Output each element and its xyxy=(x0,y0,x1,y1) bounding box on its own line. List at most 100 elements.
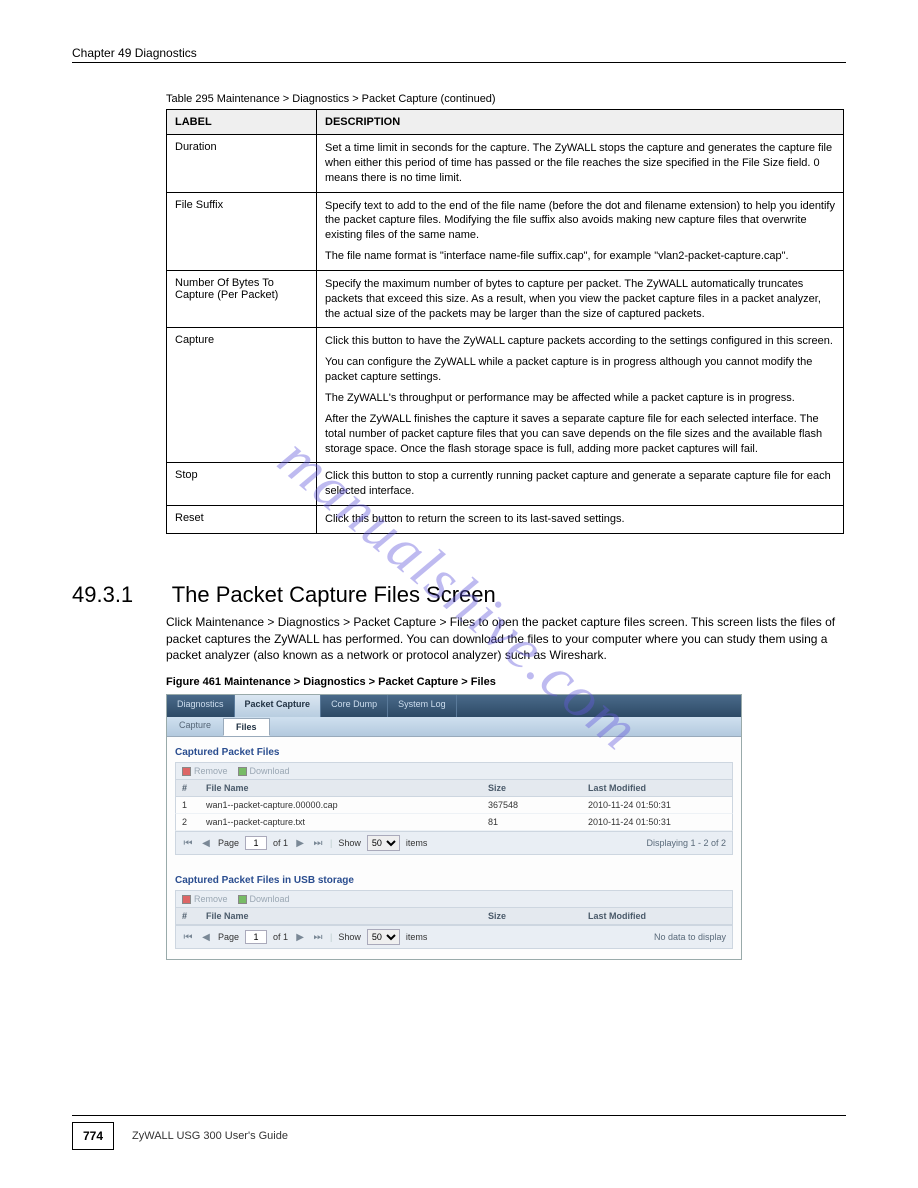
cell-size: 367548 xyxy=(482,797,582,813)
next-page-icon[interactable]: ▶ xyxy=(294,837,306,849)
cell-filename: wan1--packet-capture.txt xyxy=(200,814,482,830)
cell-size: 81 xyxy=(482,814,582,830)
spec-label: Reset xyxy=(167,506,317,534)
spec-para: Set a time limit in seconds for the capt… xyxy=(325,141,835,186)
section-heading: 49.3.1 The Packet Capture Files Screen xyxy=(72,582,846,608)
page-number: 774 xyxy=(72,1122,114,1150)
screenshot: Diagnostics Packet Capture Core Dump Sys… xyxy=(166,694,742,960)
show-select[interactable]: 50 xyxy=(367,929,400,945)
pager: ⏮ ◀ Page of 1 ▶ ⏭ | Show 50 items No dat… xyxy=(175,925,733,949)
col-size[interactable]: Size xyxy=(482,908,582,924)
spec-desc: Set a time limit in seconds for the capt… xyxy=(317,135,844,193)
page-label: Page xyxy=(218,838,239,848)
cell-index: 1 xyxy=(176,797,200,813)
col-index[interactable]: # xyxy=(176,780,200,796)
download-label: Download xyxy=(250,766,290,776)
spec-label: Capture xyxy=(167,328,317,463)
tab-packet-capture[interactable]: Packet Capture xyxy=(235,695,322,717)
first-page-icon[interactable]: ⏮ xyxy=(182,931,194,943)
panel-title: Captured Packet Files xyxy=(175,747,733,758)
col-filename[interactable]: File Name xyxy=(200,780,482,796)
grid-header: # File Name Size Last Modified xyxy=(175,779,733,797)
spec-label: Stop xyxy=(167,463,317,506)
cell-index: 2 xyxy=(176,814,200,830)
spec-para: Click this button to have the ZyWALL cap… xyxy=(325,334,835,349)
remove-icon xyxy=(182,895,191,904)
section-number: 49.3.1 xyxy=(72,582,166,608)
items-label: items xyxy=(406,838,428,848)
remove-button[interactable]: Remove xyxy=(182,766,228,776)
cell-lastmodified: 2010-11-24 01:50:31 xyxy=(582,814,732,830)
spec-table: LABEL DESCRIPTION Duration Set a time li… xyxy=(166,109,844,534)
page-label: Page xyxy=(218,932,239,942)
pager-status: Displaying 1 - 2 of 2 xyxy=(646,838,726,848)
last-page-icon[interactable]: ⏭ xyxy=(312,837,324,849)
prev-page-icon[interactable]: ◀ xyxy=(200,837,212,849)
show-label: Show xyxy=(338,932,361,942)
download-icon xyxy=(238,895,247,904)
spec-para: Click this button to return the screen t… xyxy=(325,512,835,527)
page-of: of 1 xyxy=(273,932,288,942)
spec-th-desc: DESCRIPTION xyxy=(317,110,844,135)
pager: ⏮ ◀ Page of 1 ▶ ⏭ | Show 50 items Displa… xyxy=(175,831,733,855)
col-index[interactable]: # xyxy=(176,908,200,924)
remove-button[interactable]: Remove xyxy=(182,894,228,904)
table-caption: Table 295 Maintenance > Diagnostics > Pa… xyxy=(166,93,846,105)
spec-para: Specify the maximum number of bytes to c… xyxy=(325,277,835,322)
col-filename[interactable]: File Name xyxy=(200,908,482,924)
page-input[interactable] xyxy=(245,836,267,850)
section-paragraph: Click Maintenance > Diagnostics > Packet… xyxy=(166,614,846,664)
col-lastmodified[interactable]: Last Modified xyxy=(582,908,732,924)
spec-para: The file name format is "interface name-… xyxy=(325,249,835,264)
spec-th-label: LABEL xyxy=(167,110,317,135)
subtab-files[interactable]: Files xyxy=(223,718,270,736)
table-row: File Suffix Specify text to add to the e… xyxy=(167,192,844,270)
figure-caption: Figure 461 Maintenance > Diagnostics > P… xyxy=(166,676,846,688)
subtab-capture[interactable]: Capture xyxy=(167,717,223,736)
show-select[interactable]: 50 xyxy=(367,835,400,851)
spec-para: Click this button to stop a currently ru… xyxy=(325,469,835,499)
spec-desc: Specify the maximum number of bytes to c… xyxy=(317,270,844,328)
items-label: items xyxy=(406,932,428,942)
next-page-icon[interactable]: ▶ xyxy=(294,931,306,943)
panel-title: Captured Packet Files in USB storage xyxy=(175,875,733,886)
grid-toolbar: Remove Download xyxy=(175,762,733,779)
table-row[interactable]: 1 wan1--packet-capture.00000.cap 367548 … xyxy=(175,797,733,814)
footer-title: ZyWALL USG 300 User's Guide xyxy=(132,1130,288,1142)
main-tabbar: Diagnostics Packet Capture Core Dump Sys… xyxy=(167,695,741,717)
last-page-icon[interactable]: ⏭ xyxy=(312,931,324,943)
download-button[interactable]: Download xyxy=(238,766,290,776)
table-row[interactable]: 2 wan1--packet-capture.txt 81 2010-11-24… xyxy=(175,814,733,831)
cell-lastmodified: 2010-11-24 01:50:31 xyxy=(582,797,732,813)
spec-para: After the ZyWALL finishes the capture it… xyxy=(325,412,835,457)
spec-para: Specify text to add to the end of the fi… xyxy=(325,199,835,244)
download-button[interactable]: Download xyxy=(238,894,290,904)
prev-page-icon[interactable]: ◀ xyxy=(200,931,212,943)
pager-status: No data to display xyxy=(654,932,726,942)
spec-desc: Click this button to return the screen t… xyxy=(317,506,844,534)
col-lastmodified[interactable]: Last Modified xyxy=(582,780,732,796)
spec-label: File Suffix xyxy=(167,192,317,270)
remove-label: Remove xyxy=(194,894,228,904)
first-page-icon[interactable]: ⏮ xyxy=(182,837,194,849)
spec-desc: Specify text to add to the end of the fi… xyxy=(317,192,844,270)
download-icon xyxy=(238,767,247,776)
spec-label: Duration xyxy=(167,135,317,193)
table-row: Duration Set a time limit in seconds for… xyxy=(167,135,844,193)
panel-usb-files: Captured Packet Files in USB storage Rem… xyxy=(167,865,741,959)
spec-label: Number Of Bytes To Capture (Per Packet) xyxy=(167,270,317,328)
table-row: Number Of Bytes To Capture (Per Packet) … xyxy=(167,270,844,328)
page-footer: 774 ZyWALL USG 300 User's Guide xyxy=(72,1115,846,1150)
tab-diagnostics[interactable]: Diagnostics xyxy=(167,695,235,717)
chapter-header: Chapter 49 Diagnostics xyxy=(72,46,846,63)
spec-para: The ZyWALL's throughput or performance m… xyxy=(325,391,835,406)
tab-system-log[interactable]: System Log xyxy=(388,695,457,717)
col-size[interactable]: Size xyxy=(482,780,582,796)
tab-core-dump[interactable]: Core Dump xyxy=(321,695,388,717)
chapter-title: Chapter 49 Diagnostics xyxy=(72,46,197,60)
download-label: Download xyxy=(250,894,290,904)
page-input[interactable] xyxy=(245,930,267,944)
show-label: Show xyxy=(338,838,361,848)
section-body: Click Maintenance > Diagnostics > Packet… xyxy=(166,614,846,664)
sub-tabbar: Capture Files xyxy=(167,717,741,737)
